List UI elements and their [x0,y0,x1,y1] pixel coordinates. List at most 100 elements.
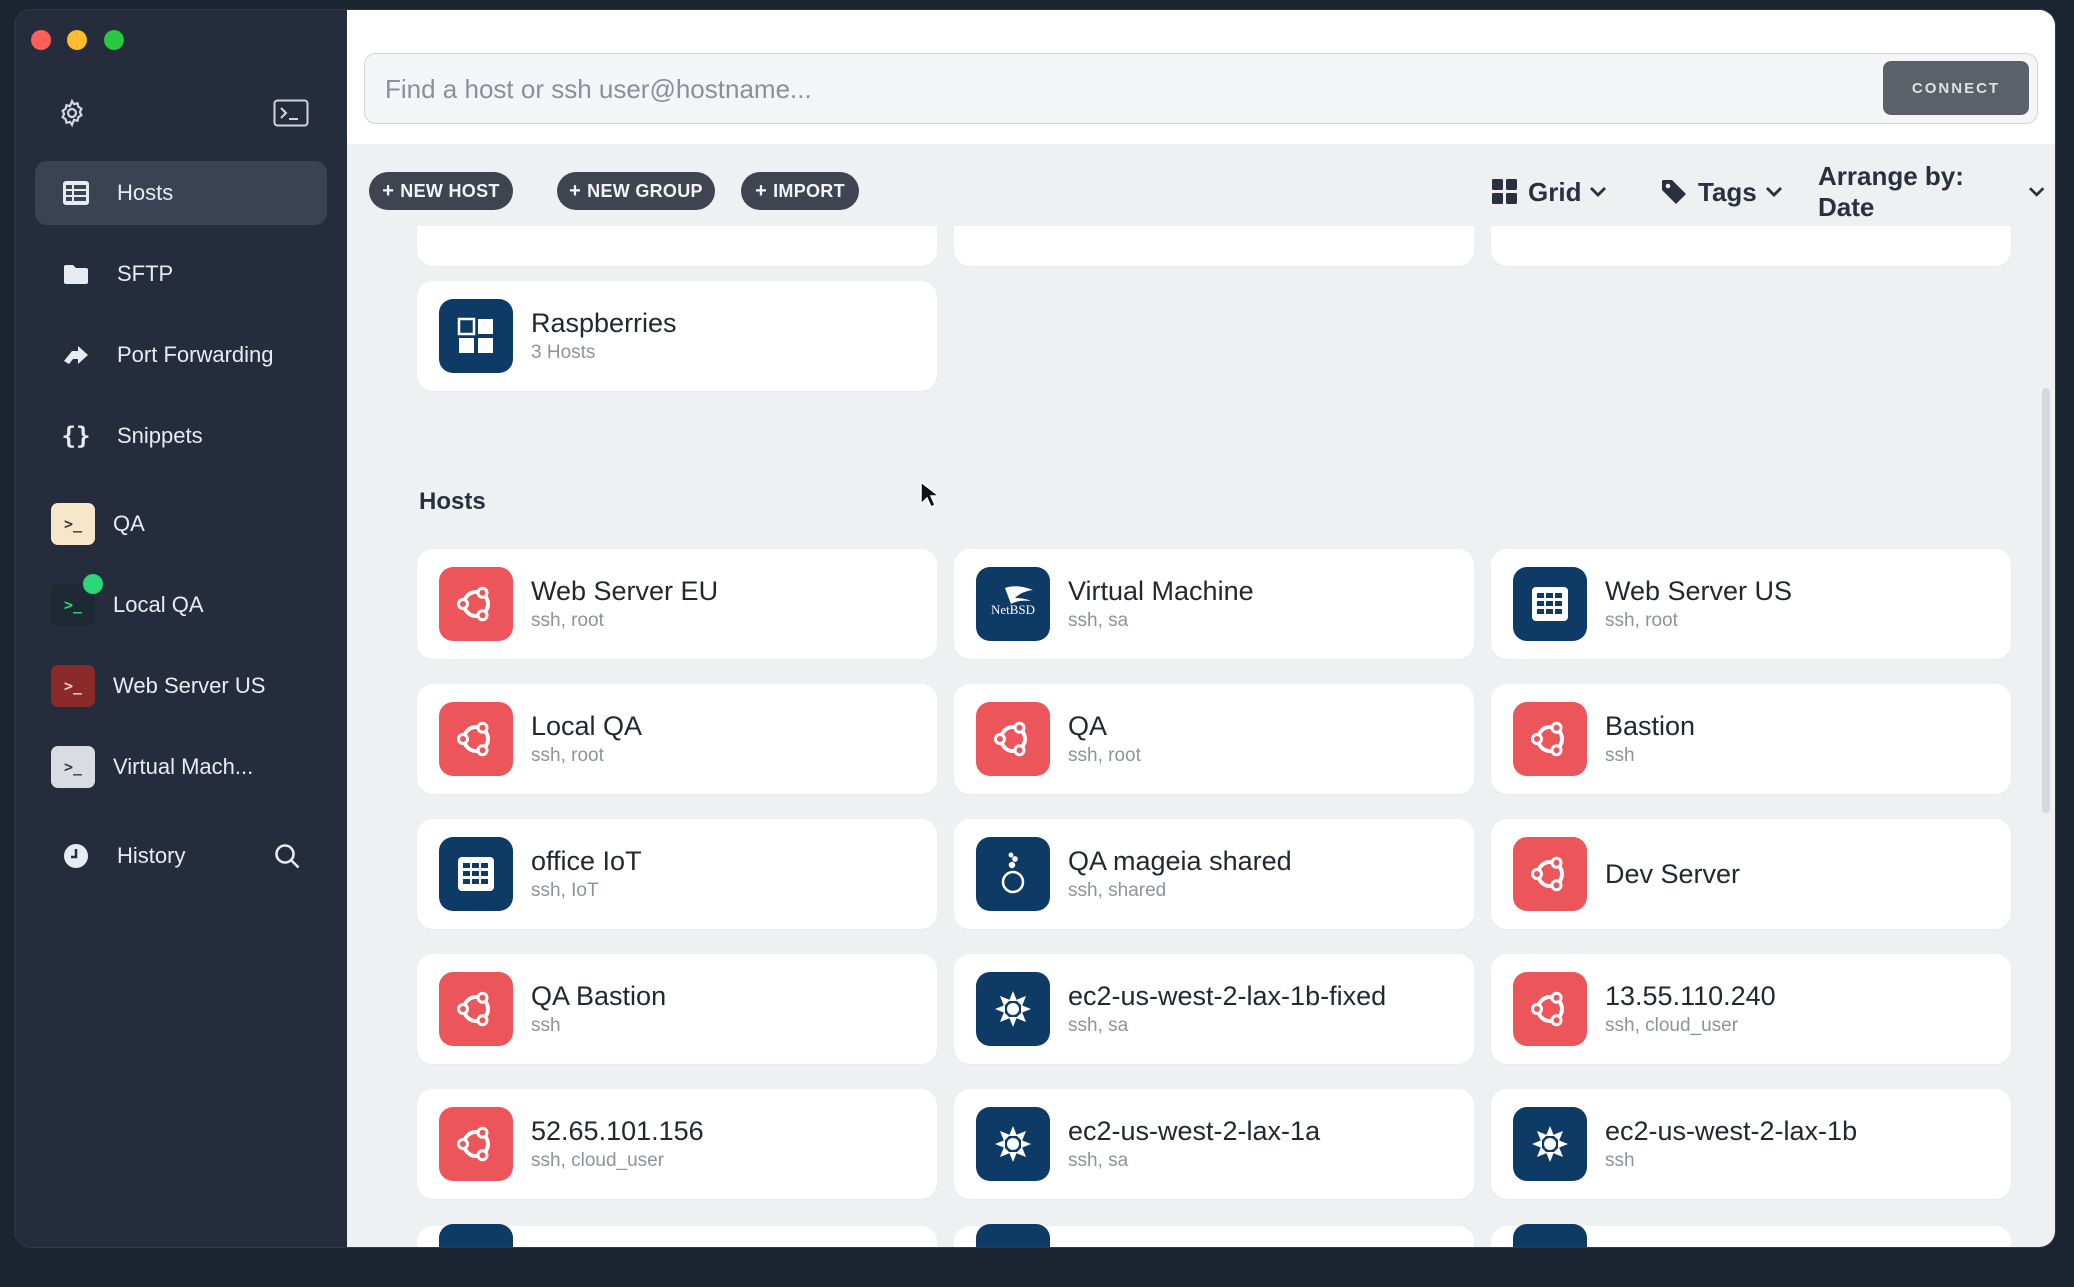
group-host-count: 3 Hosts [531,342,596,363]
ubuntu-icon [1513,972,1587,1046]
search-icon[interactable] [270,839,304,873]
host-name: QA [1068,711,1108,741]
svg-text:NetBSD: NetBSD [991,602,1035,617]
minimize-window-button[interactable] [67,30,87,50]
host-name: Web Server US [1605,576,1793,606]
partial-card[interactable] [1491,226,2011,266]
host-card[interactable]: ec2-us-west-2-lax-1b-fixed ssh, sa [954,954,1474,1064]
new-host-button[interactable]: + NEW HOST [369,172,513,210]
host-card[interactable]: Bastion ssh [1491,684,2011,794]
session-virtual-machine[interactable]: >_ Virtual Mach... [35,735,327,799]
host-details: ssh, sa [1068,1015,1129,1036]
zoom-window-button[interactable] [104,30,124,50]
host-name: ec2-us-west-2-lax-1b [1605,1116,1858,1146]
sidebar-item-port-forwarding[interactable]: Port Forwarding [35,323,327,387]
server-icon [439,837,513,911]
host-name: 52.65.101.156 [531,1116,704,1146]
session-web-server-us[interactable]: >_ Web Server US [35,654,327,718]
host-details: ssh, root [1068,745,1141,766]
host-card[interactable]: Dev Server [1491,819,2011,929]
folder-icon [59,257,93,291]
partial-card[interactable] [954,1224,1474,1247]
host-card[interactable]: 13.55.110.240 ssh, cloud_user [1491,954,2011,1064]
host-name: Virtual Machine [1068,576,1254,606]
tags-dropdown[interactable]: Tags [1660,174,1793,210]
sidebar-item-snippets[interactable]: {} Snippets [35,404,327,468]
host-details: ssh [531,1015,561,1036]
netbsd-icon: NetBSD [976,567,1050,641]
partial-card[interactable] [417,226,937,266]
host-card[interactable]: office IoT ssh, IoT [417,819,937,929]
host-os-icon [439,1224,513,1247]
host-card[interactable]: Local QA ssh, root [417,684,937,794]
partial-card[interactable] [417,1224,937,1247]
host-card[interactable]: QA mageia shared ssh, shared [954,819,1474,929]
host-details: ssh, sa [1068,610,1129,631]
hosts-section-title: Hosts [419,488,486,515]
host-card[interactable]: QA Bastion ssh [417,954,937,1064]
group-name: Raspberries [531,308,677,338]
ubuntu-icon [439,702,513,776]
import-button[interactable]: + IMPORT [741,172,859,210]
session-qa[interactable]: >_ QA [35,492,327,556]
host-details: ssh, sa [1068,1150,1129,1171]
connect-button[interactable]: CONNECT [1883,61,2029,115]
host-name: ec2-us-west-2-lax-1a [1068,1116,1321,1146]
host-name: Web Server EU [531,576,719,606]
host-details: ssh, root [531,610,604,631]
sidebar-item-sftp[interactable]: SFTP [35,242,327,306]
host-card[interactable]: ec2-us-west-2-lax-1a ssh, sa [954,1089,1474,1199]
group-card-raspberries[interactable]: Raspberries 3 Hosts [417,281,937,391]
chevron-down-icon [1765,187,1782,197]
chevron-down-icon [1590,187,1607,197]
clock-icon [59,839,93,873]
host-name: QA mageia shared [1068,846,1292,876]
top-bar: CONNECT [347,10,2055,144]
main-panel: CONNECT +NEW HOST +NEW GROUP +IMPORT Gri… [347,10,2055,1247]
raspberry-grid-icon [439,299,513,373]
session-label: QA [113,511,145,536]
sidebar-item-hosts[interactable]: Hosts [35,161,327,225]
arrange-by-dropdown[interactable]: Arrange by: Date [1818,161,2055,222]
server-icon [1513,567,1587,641]
gear-icon[interactable] [55,96,89,130]
online-status-dot [83,574,103,594]
host-details: ssh, root [531,745,604,766]
new-group-button[interactable]: + NEW GROUP [557,172,715,210]
host-name: ec2-us-west-2-lax-1b-fixed [1068,981,1387,1011]
terminal-icon[interactable] [271,96,311,130]
aws-icon [976,972,1050,1046]
sidebar-item-label: Hosts [117,180,174,205]
partial-card[interactable] [954,226,1474,266]
sidebar-item-history[interactable]: History [35,824,275,888]
sidebar-item-label: Snippets [117,423,203,448]
host-card[interactable]: 52.65.101.156 ssh, cloud_user [417,1089,937,1199]
close-window-button[interactable] [31,30,51,50]
host-card[interactable]: Web Server US ssh, root [1491,549,2011,659]
host-details: ssh, IoT [531,880,599,901]
terminal-session-icon: >_ [51,574,103,626]
ubuntu-icon [1513,837,1587,911]
ubuntu-icon [976,702,1050,776]
scrollbar[interactable] [2042,388,2050,813]
host-details: ssh, shared [1068,880,1167,901]
terminal-session-icon: >_ [51,746,95,788]
session-label: Virtual Mach... [113,754,254,779]
ubuntu-icon [1513,702,1587,776]
host-name: Dev Server [1605,859,1741,889]
partial-card[interactable] [1491,1224,2011,1247]
host-name: Bastion [1605,711,1696,741]
session-local-qa[interactable]: >_ Local QA [35,573,327,637]
host-details: ssh [1605,1150,1635,1171]
terminal-session-icon: >_ [51,503,95,545]
host-details: ssh, cloud_user [531,1150,665,1171]
view-mode-dropdown[interactable]: Grid [1492,174,1617,210]
host-card[interactable]: QA ssh, root [954,684,1474,794]
ubuntu-icon [439,1107,513,1181]
host-card[interactable]: ec2-us-west-2-lax-1b ssh [1491,1089,2011,1199]
host-card[interactable]: Web Server EU ssh, root [417,549,937,659]
host-search-input[interactable] [383,54,1787,125]
host-card[interactable]: NetBSD Virtual Machine ssh, sa [954,549,1474,659]
grid-icon [1492,179,1517,204]
sidebar-item-label: Port Forwarding [117,342,274,367]
